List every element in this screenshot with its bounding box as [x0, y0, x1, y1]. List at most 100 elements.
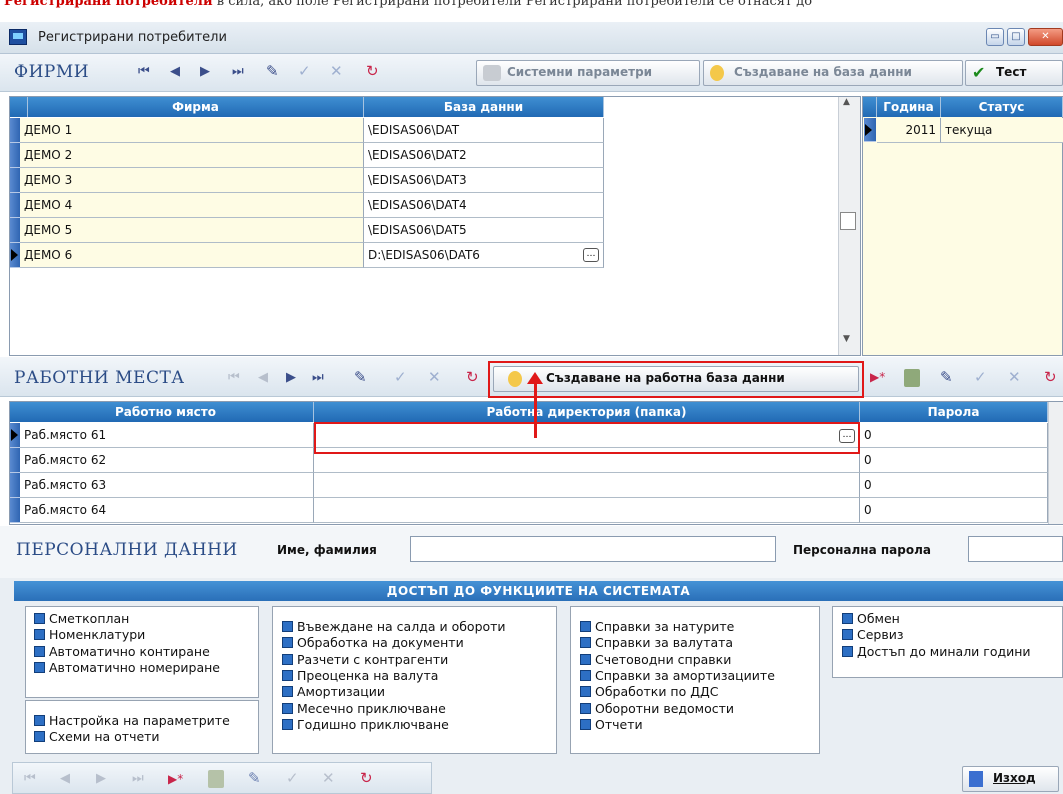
function-item[interactable]: Схеми на отчети — [34, 729, 160, 745]
password-cell[interactable]: 0 — [860, 498, 1048, 523]
checkbox-icon[interactable] — [580, 718, 591, 730]
function-item[interactable]: Автоматично номериране — [34, 660, 220, 676]
workplace-name-cell[interactable]: Раб.място 64 — [20, 498, 314, 523]
col-database[interactable]: База данни — [364, 97, 604, 117]
wp-post2-icon[interactable]: ✓ — [974, 368, 987, 386]
function-item[interactable]: Обмен — [842, 611, 900, 627]
checkbox-icon[interactable] — [842, 645, 853, 657]
function-item[interactable]: Обработки по ДДС — [580, 684, 718, 700]
firm-db-cell[interactable]: \EDISAS06\DAT4 — [364, 193, 604, 218]
checkbox-icon[interactable] — [34, 731, 45, 743]
wp-post-icon[interactable]: ✓ — [394, 368, 407, 386]
checkbox-icon[interactable] — [842, 629, 853, 641]
wp-first-record-icon[interactable]: ⏮ — [228, 370, 240, 385]
wp-edit2-icon[interactable]: ✎ — [940, 368, 953, 386]
system-params-button[interactable]: Системни параметри — [476, 60, 700, 86]
password-cell[interactable]: 0 — [860, 423, 1048, 448]
checkbox-icon[interactable] — [282, 702, 293, 714]
function-item[interactable]: Номенклатури — [34, 627, 145, 643]
function-item[interactable]: Отчети — [580, 717, 643, 733]
bottom-edit-icon[interactable]: ✎ — [248, 769, 261, 787]
col-year[interactable]: Година — [877, 97, 941, 117]
edit-icon[interactable]: ✎ — [266, 62, 279, 80]
firm-db-cell[interactable]: \EDISAS06\DAT5 — [364, 218, 604, 243]
function-item[interactable]: Преоценка на валута — [282, 668, 438, 684]
bottom-prev-icon[interactable]: ◀ — [60, 771, 70, 786]
checkbox-icon[interactable] — [34, 715, 45, 726]
function-item[interactable]: Справки за натурите — [580, 619, 734, 635]
col-workplace[interactable]: Работно място — [18, 402, 314, 422]
checkbox-icon[interactable] — [34, 629, 45, 641]
function-item[interactable]: Справки за амортизациите — [580, 668, 775, 684]
function-item[interactable]: Справки за валутата — [580, 635, 733, 651]
wp-insert-icon[interactable]: ▶* — [870, 370, 885, 384]
firm-db-cell[interactable]: \EDISAS06\DAT2 — [364, 143, 604, 168]
wp-next-record-icon[interactable]: ▶ — [286, 370, 296, 385]
checkbox-icon[interactable] — [34, 613, 45, 624]
function-item[interactable]: Оборотни ведомости — [580, 701, 734, 717]
wp-edit-icon[interactable]: ✎ — [354, 368, 367, 386]
bottom-next-icon[interactable]: ▶ — [96, 771, 106, 786]
function-item[interactable]: Сервиз — [842, 627, 904, 643]
checkbox-icon[interactable] — [282, 653, 293, 665]
checkbox-icon[interactable] — [580, 621, 591, 632]
checkbox-icon[interactable] — [842, 613, 853, 624]
firm-name-cell[interactable]: ДЕМО 6 — [20, 243, 364, 268]
bottom-insert-icon[interactable]: ▶* — [168, 772, 183, 786]
status-cell[interactable]: текуща — [941, 118, 1063, 143]
workplace-name-cell[interactable]: Раб.място 63 — [20, 473, 314, 498]
checkbox-icon[interactable] — [282, 669, 293, 681]
scroll-down-icon[interactable]: ▼ — [843, 334, 850, 344]
checkbox-icon[interactable] — [282, 686, 293, 698]
wp-prev-record-icon[interactable]: ◀ — [258, 370, 268, 385]
bottom-first-icon[interactable]: ⏮ — [24, 771, 36, 786]
password-input[interactable] — [968, 536, 1063, 562]
workdir-cell[interactable] — [314, 498, 860, 523]
firm-name-cell[interactable]: ДЕМО 3 — [20, 168, 364, 193]
checkbox-icon[interactable] — [282, 718, 293, 730]
cancel-icon[interactable]: ✕ — [330, 62, 343, 80]
wp-cancel-icon[interactable]: ✕ — [428, 368, 441, 386]
wp-scrollbar[interactable] — [1048, 402, 1063, 524]
function-item[interactable]: Въвеждане на салда и обороти — [282, 619, 506, 635]
function-item[interactable]: Сметкоплан — [34, 611, 129, 627]
scroll-thumb[interactable] — [840, 212, 856, 230]
password-cell[interactable]: 0 — [860, 448, 1048, 473]
bottom-refresh-icon[interactable]: ↻ — [360, 769, 373, 787]
checkbox-icon[interactable] — [34, 661, 45, 673]
db-browse-button[interactable]: … — [583, 248, 599, 262]
workplace-name-cell[interactable]: Раб.място 61 — [20, 423, 314, 448]
function-item[interactable]: Автоматично контиране — [34, 644, 210, 660]
col-status[interactable]: Статус — [941, 97, 1063, 117]
name-input[interactable] — [410, 536, 776, 562]
wp-cancel2-icon[interactable]: ✕ — [1008, 368, 1021, 386]
function-item[interactable]: Месечно приключване — [282, 701, 446, 717]
wp-refresh2-icon[interactable]: ↻ — [1044, 368, 1057, 386]
bottom-last-icon[interactable]: ⏭ — [132, 771, 144, 786]
function-item[interactable]: Достъп до минали години — [842, 644, 1031, 660]
first-record-icon[interactable]: ⏮ — [138, 64, 150, 79]
prev-record-icon[interactable]: ◀ — [170, 64, 180, 79]
bottom-post-icon[interactable]: ✓ — [286, 769, 299, 787]
create-db-button[interactable]: Създаване на база данни — [703, 60, 963, 86]
last-record-icon[interactable]: ⏭ — [232, 64, 244, 79]
function-item[interactable]: Настройка на параметрите — [34, 713, 230, 729]
workdir-cell[interactable] — [314, 473, 860, 498]
checkbox-icon[interactable] — [282, 621, 293, 632]
checkbox-icon[interactable] — [580, 686, 591, 698]
checkbox-icon[interactable] — [34, 645, 45, 657]
function-item[interactable]: Годишно приключване — [282, 717, 449, 733]
test-button[interactable]: ✔ Тест — [965, 60, 1063, 86]
maximize-button[interactable]: □ — [1007, 28, 1025, 46]
col-password[interactable]: Парола — [860, 402, 1048, 422]
firm-db-cell[interactable]: D:\EDISAS06\DAT6 — [364, 243, 604, 268]
workplace-name-cell[interactable]: Раб.място 62 — [20, 448, 314, 473]
firm-name-cell[interactable]: ДЕМО 1 — [20, 118, 364, 143]
minimize-button[interactable]: ▭ — [986, 28, 1004, 46]
firm-name-cell[interactable]: ДЕМО 4 — [20, 193, 364, 218]
firm-db-cell[interactable]: \EDISAS06\DAT — [364, 118, 604, 143]
checkbox-icon[interactable] — [580, 653, 591, 665]
function-item[interactable]: Счетоводни справки — [580, 652, 731, 668]
checkbox-icon[interactable] — [580, 702, 591, 714]
bottom-delete-icon[interactable] — [208, 770, 224, 788]
